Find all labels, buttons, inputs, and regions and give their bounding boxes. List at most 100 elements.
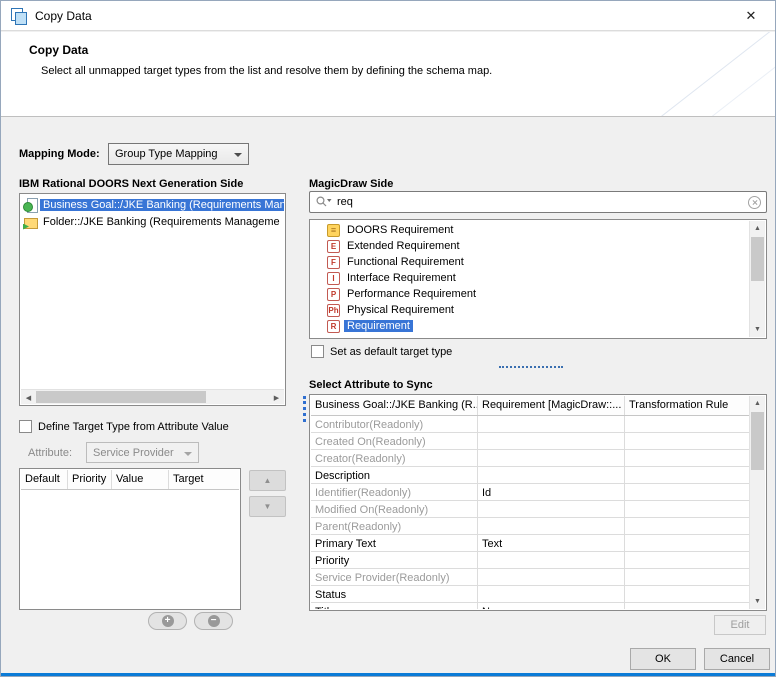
rule-cell	[625, 603, 749, 609]
target-cell	[478, 467, 625, 483]
list-item[interactable]: Business Goal::/JKE Banking (Requirement…	[21, 196, 284, 213]
scrollbar-thumb[interactable]	[751, 237, 764, 281]
tree-item[interactable]: RRequirement	[311, 318, 749, 334]
column-header-source[interactable]: Business Goal::/JKE Banking (R...	[311, 396, 478, 415]
ok-button[interactable]: OK	[630, 648, 696, 670]
table-row[interactable]: Priority	[311, 552, 749, 569]
dialog-body: Mapping Mode: Group Type Mapping IBM Rat…	[1, 118, 775, 676]
target-cell	[478, 586, 625, 602]
header-decoration-line	[612, 32, 775, 117]
attribute-sync-title: Select Attribute to Sync	[309, 379, 433, 391]
business-goal-icon	[23, 198, 37, 212]
scroll-down-icon[interactable]: ▼	[750, 322, 765, 337]
target-cell	[478, 518, 625, 534]
magicdraw-side-title: MagicDraw Side	[309, 178, 393, 190]
value-mapping-table[interactable]: Default Priority Value Target	[19, 468, 241, 610]
requirement-type-icon: F	[327, 256, 340, 269]
tree-item[interactable]: IInterface Requirement	[311, 270, 749, 286]
vertical-scrollbar[interactable]: ▲ ▼	[749, 221, 765, 337]
column-header-target[interactable]: Requirement [MagicDraw::...	[478, 396, 625, 415]
default-target-label: Set as default target type	[330, 346, 452, 358]
scroll-down-icon[interactable]: ▼	[750, 594, 765, 609]
type-search-box[interactable]	[309, 191, 767, 213]
table-row[interactable]: Modified On(Readonly)	[311, 501, 749, 518]
column-header-default[interactable]: Default	[21, 470, 68, 489]
target-cell	[478, 501, 625, 517]
tree-item[interactable]: PhPhysical Requirement	[311, 302, 749, 318]
list-item[interactable]: Folder::/JKE Banking (Requirements Manag…	[21, 213, 284, 230]
target-cell	[478, 569, 625, 585]
scroll-left-icon[interactable]: ◀	[21, 390, 36, 405]
remove-row-button[interactable]: −	[194, 612, 233, 630]
plus-icon: +	[162, 615, 174, 627]
window-title: Copy Data	[35, 9, 92, 23]
copy-data-dialog-icon	[11, 8, 26, 23]
column-header-rule[interactable]: Transformation Rule	[625, 396, 749, 415]
scroll-right-icon[interactable]: ▶	[269, 390, 284, 405]
scrollbar-thumb[interactable]	[36, 391, 206, 403]
target-cell	[478, 416, 625, 432]
table-row[interactable]: Primary TextText	[311, 535, 749, 552]
scrollbar-thumb[interactable]	[751, 412, 764, 470]
default-target-checkbox[interactable]	[311, 345, 324, 358]
define-target-checkbox-row[interactable]: Define Target Type from Attribute Value	[19, 420, 229, 433]
horizontal-scrollbar[interactable]: ◀ ▶	[21, 389, 284, 404]
rule-cell	[625, 535, 749, 551]
arrow-down-icon: ▼	[264, 502, 272, 511]
table-row[interactable]: TitleName	[311, 603, 749, 609]
clear-search-icon[interactable]	[748, 196, 761, 209]
cancel-button[interactable]: Cancel	[704, 648, 770, 670]
tree-item-label: Extended Requirement	[344, 240, 463, 252]
attribute-cell: Created On(Readonly)	[311, 433, 478, 449]
drag-indicator	[303, 396, 306, 422]
column-header-target[interactable]: Target	[169, 470, 239, 489]
table-row[interactable]: Service Provider(Readonly)	[311, 569, 749, 586]
mapping-mode-select[interactable]: Group Type Mapping	[108, 143, 249, 165]
column-header-value[interactable]: Value	[112, 470, 169, 489]
edit-button[interactable]: Edit	[714, 615, 766, 635]
mapping-mode-value: Group Type Mapping	[115, 148, 218, 160]
scroll-up-icon[interactable]: ▲	[750, 221, 765, 236]
attribute-select: Service Provider	[86, 442, 199, 463]
target-cell: Id	[478, 484, 625, 500]
tree-item-label: Requirement	[344, 320, 413, 332]
table-row[interactable]: Created On(Readonly)	[311, 433, 749, 450]
table-row[interactable]: Contributor(Readonly)	[311, 416, 749, 433]
scroll-up-icon[interactable]: ▲	[750, 396, 765, 411]
attribute-cell: Contributor(Readonly)	[311, 416, 478, 432]
table-row[interactable]: Description	[311, 467, 749, 484]
move-down-button[interactable]: ▼	[249, 496, 286, 517]
table-row[interactable]: Creator(Readonly)	[311, 450, 749, 467]
table-row[interactable]: Identifier(Readonly)Id	[311, 484, 749, 501]
tree-item[interactable]: FFunctional Requirement	[311, 254, 749, 270]
table-row[interactable]: Parent(Readonly)	[311, 518, 749, 535]
tree-item[interactable]: ≡ DOORS Requirement	[311, 222, 749, 238]
value-mapping-table-header: Default Priority Value Target	[21, 470, 239, 490]
rule-cell	[625, 484, 749, 500]
doors-list: Business Goal::/JKE Banking (Requirement…	[21, 196, 284, 389]
tree-item-label: DOORS Requirement	[344, 224, 456, 236]
add-row-button[interactable]: +	[148, 612, 187, 630]
attribute-cell: Service Provider(Readonly)	[311, 569, 478, 585]
mapping-mode-label: Mapping Mode:	[19, 148, 100, 160]
close-icon[interactable]: ✕	[737, 8, 765, 24]
default-target-checkbox-row[interactable]: Set as default target type	[311, 345, 452, 358]
magicdraw-type-tree[interactable]: ≡DOORS RequirementEExtended RequirementF…	[309, 219, 767, 339]
search-input[interactable]	[337, 196, 742, 208]
table-row[interactable]: Status	[311, 586, 749, 603]
page-description: Select all unmapped target types from th…	[41, 65, 492, 77]
attribute-sync-table[interactable]: Business Goal::/JKE Banking (R... Requir…	[309, 394, 767, 611]
move-up-button[interactable]: ▲	[249, 470, 286, 491]
requirement-type-icon: ≡	[327, 224, 340, 237]
vertical-scrollbar[interactable]: ▲ ▼	[749, 396, 765, 609]
column-header-priority[interactable]: Priority	[68, 470, 112, 489]
requirement-type-icon: Ph	[327, 304, 340, 317]
folder-icon	[23, 215, 37, 229]
tree-item[interactable]: EExtended Requirement	[311, 238, 749, 254]
doors-type-list[interactable]: Business Goal::/JKE Banking (Requirement…	[19, 193, 286, 406]
tree-item[interactable]: PPerformance Requirement	[311, 286, 749, 302]
rule-cell	[625, 450, 749, 466]
define-target-checkbox[interactable]	[19, 420, 32, 433]
rule-cell	[625, 433, 749, 449]
doors-side-title: IBM Rational DOORS Next Generation Side	[19, 178, 243, 190]
